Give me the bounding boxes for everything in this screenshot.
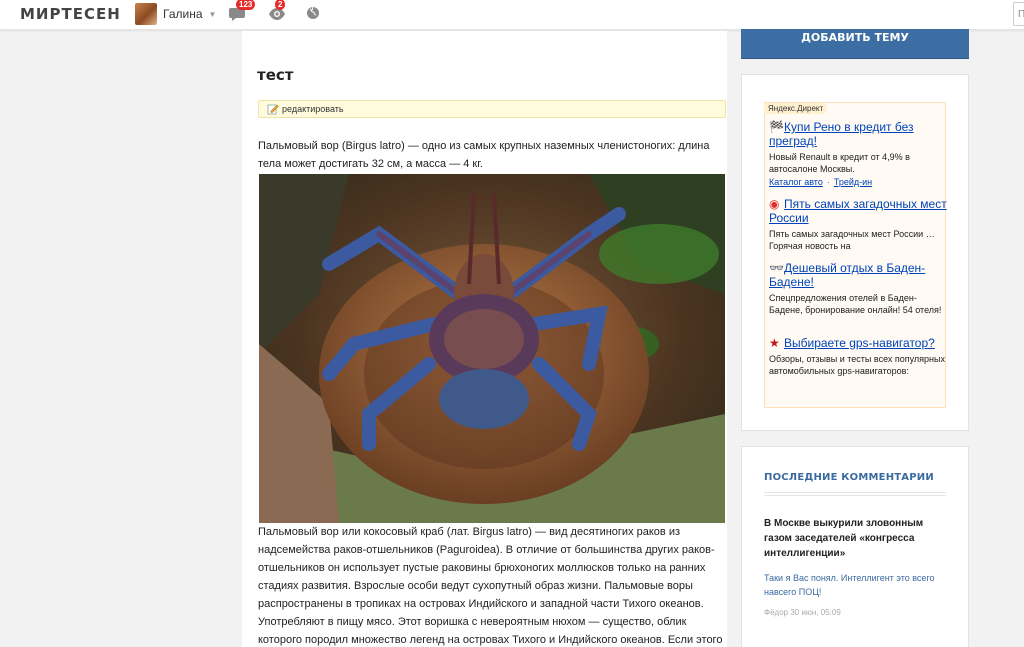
site-logo[interactable]: МИРТЕСЕН [20, 5, 121, 23]
pencil-icon [267, 104, 279, 115]
globe-icon[interactable] [306, 6, 322, 22]
ad-text: Пять самых загадочных мест России … Горя… [769, 229, 935, 251]
user-menu[interactable]: Галина ▼ [135, 3, 216, 25]
ad-item: ★ Выбираете gps-навигатор? Обзоры, отзывы… [769, 336, 947, 377]
post-column: тест редактировать Пальмовый вор (Birgus… [242, 31, 727, 647]
ad-text: Обзоры, отзывы и тесты всех популярных а… [769, 354, 945, 376]
post-paragraph: Пальмовый вор или кокосовый краб (лат. B… [258, 526, 723, 646]
ad-item: 🏁Купи Рено в кредит без преград! Новый R… [769, 120, 947, 187]
car-icon: 🏁 [769, 120, 784, 134]
top-bar: МИРТЕСЕН Галина ▼ 123 2 П [0, 0, 1024, 30]
comment-post-title[interactable]: В Москве выкурили зловонным газом заседа… [764, 516, 944, 561]
ad-item: 👓Дешевый отдых в Баден-Бадене! Спецпредл… [769, 261, 947, 316]
post-paragraph: Пальмовый вор (Birgus latro) — одно из с… [258, 140, 710, 170]
ad-panel: Яндекс.Директ 🏁Купи Рено в кредит без пр… [741, 74, 969, 431]
comment-text[interactable]: Таки я Вас понял. Интеллигент это всего … [764, 571, 944, 599]
divider [764, 492, 946, 496]
recent-comments-heading[interactable]: ПОСЛЕДНИЕ КОММЕНТАРИИ [764, 472, 946, 483]
star-icon: ★ [769, 336, 780, 350]
ad-title-link[interactable]: 🏁Купи Рено в кредит без преград! [769, 120, 947, 148]
coconut-crab-photo [259, 174, 725, 523]
edit-button[interactable]: редактировать [267, 103, 344, 115]
ad-links: Каталог авто · Трейд-ин [769, 177, 873, 187]
chevron-down-icon[interactable]: ▼ [209, 10, 217, 19]
user-name[interactable]: Галина [163, 7, 203, 21]
ad-item: ◉ Пять самых загадочных мест России Пять … [769, 197, 947, 252]
glasses-icon: 👓 [769, 261, 784, 275]
chat-icon[interactable]: 123 [229, 0, 256, 22]
ad-link-catalog[interactable]: Каталог авто [769, 177, 823, 187]
ad-title-link[interactable]: ★ Выбираете gps-навигатор? [769, 336, 947, 350]
eye-icon[interactable]: 2 [268, 0, 286, 22]
ad-text: Новый Renault в кредит от 4,9% в автосал… [769, 152, 910, 174]
messages-badge: 123 [236, 0, 256, 10]
recent-comments-panel: ПОСЛЕДНИЕ КОММЕНТАРИИ В Москве выкурили … [741, 446, 969, 647]
add-topic-button[interactable]: ДОБАВИТЬ ТЕМУ [741, 29, 969, 59]
edit-bar: редактировать [258, 100, 726, 118]
ad-title-link[interactable]: 👓Дешевый отдых в Баден-Бадене! [769, 261, 947, 289]
avatar[interactable] [135, 3, 157, 25]
yandex-direct-label[interactable]: Яндекс.Директ [764, 103, 828, 114]
ad-text: Спецпредложения отелей в Баден-Бадене, б… [769, 293, 942, 315]
target-icon: ◉ [769, 197, 780, 211]
comment-meta: Фёдор 30 июн, 05:09 [764, 608, 841, 617]
page-title: тест [257, 66, 294, 84]
edit-label: редактировать [282, 104, 344, 114]
ad-title-link[interactable]: ◉ Пять самых загадочных мест России [769, 197, 947, 225]
search-input[interactable]: П [1013, 2, 1024, 26]
ad-link-trade-in[interactable]: Трейд-ин [834, 177, 872, 187]
